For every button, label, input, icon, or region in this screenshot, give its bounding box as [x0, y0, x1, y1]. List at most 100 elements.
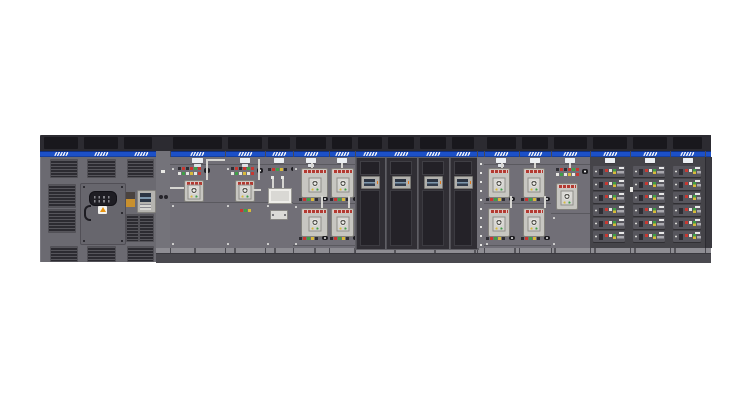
incomer-column-1	[170, 157, 225, 248]
louver-panel	[48, 209, 76, 233]
brand-wordmark-icon	[238, 152, 253, 156]
circuit-breaker	[488, 168, 510, 198]
controller-door	[390, 190, 412, 246]
wire	[321, 196, 323, 208]
louver-panel	[87, 159, 116, 178]
hmi-display	[361, 176, 380, 189]
vent-slot	[124, 137, 152, 149]
compartment-line	[265, 164, 293, 165]
drawer-column-2	[630, 157, 670, 248]
vent-slot	[296, 137, 326, 149]
screw-icon	[121, 212, 123, 214]
louver-panel	[127, 159, 154, 178]
screw-icon	[553, 217, 555, 219]
screw-icon	[295, 206, 297, 208]
wire	[510, 196, 512, 208]
vent-slot	[522, 137, 548, 149]
label-tab	[240, 158, 250, 163]
end-panel	[705, 157, 712, 248]
drawer-unit	[673, 231, 701, 242]
vent-slot	[358, 137, 382, 149]
circuit-breaker	[184, 180, 204, 202]
indicator-light-cluster	[299, 198, 321, 201]
mesh-vent	[139, 214, 154, 242]
vent-slot	[268, 137, 290, 149]
vent-slot	[452, 137, 474, 149]
vent-slot	[673, 137, 702, 149]
vent-inset	[360, 161, 380, 175]
brand-wordmark-icon	[643, 152, 658, 156]
drawer-unit	[593, 218, 625, 229]
drawer-unit	[673, 218, 701, 229]
label-plate-orange	[126, 199, 135, 207]
indicator-light-cluster	[268, 168, 290, 171]
louver-panel	[127, 246, 154, 262]
indicator-light-cluster	[330, 237, 352, 240]
label-tab	[605, 158, 615, 163]
vent-inset	[390, 161, 412, 175]
vent-inset	[422, 161, 444, 175]
compartment-line	[329, 203, 355, 204]
drawer-unit	[673, 166, 701, 177]
door-handle-icon	[84, 205, 91, 221]
label-tab	[192, 158, 203, 163]
compartment-line	[551, 164, 590, 165]
drawer-unit	[593, 179, 625, 190]
drawer-unit	[673, 179, 701, 190]
vent-slot	[554, 137, 587, 149]
louver-panel	[50, 159, 78, 178]
compartment-line	[329, 245, 355, 246]
screw-icon	[83, 240, 85, 242]
feeder-column-1	[293, 157, 329, 248]
circuit-breaker	[523, 168, 545, 198]
screw-icon	[295, 243, 297, 245]
drawer-unit	[633, 231, 665, 242]
screw-icon	[83, 186, 85, 188]
fitting-icon	[630, 187, 633, 192]
vent-slot	[593, 137, 627, 149]
controller-column-1	[355, 157, 387, 250]
wire	[206, 159, 208, 180]
circuit-breaker	[556, 183, 578, 210]
mesh-vent	[126, 214, 139, 242]
brand-wordmark-icon	[304, 152, 319, 156]
louver-panel	[48, 184, 76, 208]
knob-icon	[159, 195, 163, 199]
compartment-line	[484, 245, 519, 246]
screw-icon	[486, 243, 488, 245]
circuit-breaker	[523, 208, 545, 237]
terminal-device	[270, 210, 288, 220]
drawer-unit	[633, 192, 665, 203]
indicator-light-cluster	[231, 167, 255, 175]
indicator-light-cluster	[556, 168, 580, 176]
fuse-post	[282, 179, 284, 188]
drawer-unit	[633, 218, 665, 229]
wire	[258, 159, 260, 180]
drawer-unit	[673, 192, 701, 203]
fitting-icon	[161, 170, 165, 173]
indicator-light-cluster	[486, 237, 508, 240]
drawer-unit	[593, 192, 625, 203]
controller-display	[137, 190, 156, 213]
screw-icon	[267, 243, 269, 245]
brand-wordmark-icon	[603, 152, 618, 156]
screw-icon	[172, 243, 174, 245]
brand-wordmark-icon	[394, 152, 409, 156]
brand-wordmark-icon	[363, 152, 378, 156]
brand-wordmark-icon	[272, 152, 287, 156]
plinth	[156, 253, 711, 263]
compartment-line	[293, 203, 329, 204]
controller-door	[454, 190, 472, 246]
circuit-breaker	[331, 168, 354, 198]
brand-wordmark-icon	[563, 152, 578, 156]
label-tab	[274, 158, 284, 163]
compartment-line	[225, 202, 265, 203]
screw-icon	[227, 205, 229, 207]
screw-icon	[295, 168, 297, 170]
utility-cabinet-door	[80, 183, 126, 245]
feeder-column-2	[329, 157, 355, 248]
hmi-display	[392, 176, 411, 189]
drawer-unit	[633, 166, 665, 177]
drawer-unit	[593, 166, 625, 177]
wire	[253, 189, 261, 191]
